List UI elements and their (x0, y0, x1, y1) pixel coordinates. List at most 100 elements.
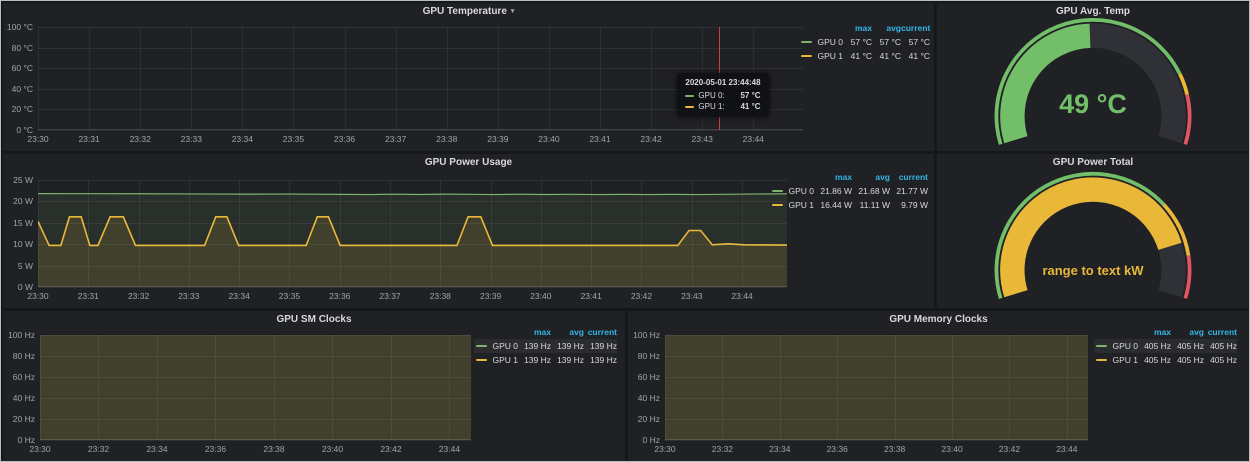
x-tick-label: 23:38 (430, 291, 451, 301)
legend-header[interactable]: max (1138, 327, 1171, 337)
series-color-dash-icon (476, 345, 487, 347)
legend-series-toggle[interactable]: GPU 0 (474, 341, 518, 351)
gridline-vertical (274, 335, 275, 440)
series-plot (665, 335, 1088, 440)
gauge-value-text: range to text kW (981, 263, 1206, 278)
gridline-vertical (89, 27, 90, 130)
x-tick-label: 23:34 (146, 444, 167, 454)
panel-title-gpu-temperature[interactable]: GPU Temperature▾ (3, 3, 934, 19)
panel-title-text: GPU Power Total (1053, 157, 1133, 168)
panel-title-text: GPU Power Usage (425, 157, 512, 168)
legend-value: 21.77 W (890, 186, 928, 196)
series-color-dash-icon (801, 41, 812, 43)
gridline-vertical (139, 180, 140, 287)
y-tick-label: 20 Hz (638, 414, 660, 424)
legend-row: GPU 0405 Hz405 Hz405 Hz (1094, 339, 1237, 353)
legend-series-toggle[interactable]: GPU 0 (799, 37, 843, 47)
gridline-horizontal (40, 398, 471, 399)
panel-title-text: GPU Memory Clocks (889, 314, 987, 325)
legend-series-toggle[interactable]: GPU 0 (770, 186, 814, 196)
x-tick-label: 23:36 (205, 444, 226, 454)
gridline-vertical (549, 27, 550, 130)
legend-header[interactable]: avg (1171, 327, 1204, 337)
panel-gpu-avg-temp: GPU Avg. Temp 49 °C (937, 3, 1249, 151)
sm-clocks-legend: maxavgcurrentGPU 0139 Hz139 Hz139 HzGPU … (474, 325, 617, 367)
legend-value: 57 °C (901, 37, 930, 47)
y-tick-label: 25 W (13, 175, 33, 185)
x-tick-label: 23:32 (88, 444, 109, 454)
legend-series-toggle[interactable]: GPU 1 (1094, 355, 1138, 365)
legend-header-row: maxavgcurrent (799, 21, 930, 35)
legend-header[interactable]: max (518, 327, 551, 337)
gridline-horizontal (38, 130, 803, 131)
legend-header[interactable]: avg (852, 172, 890, 182)
x-tick-label: 23:36 (334, 134, 355, 144)
series-color-dash-icon (685, 106, 694, 108)
x-tick-label: 23:41 (589, 134, 610, 144)
chart-tooltip: 2020-05-01 23:44:48GPU 0:57 °CGPU 1:41 °… (677, 73, 768, 117)
legend-header[interactable]: avg (872, 23, 901, 33)
x-tick-label: 23:39 (480, 291, 501, 301)
legend-series-toggle[interactable]: GPU 1 (799, 51, 843, 61)
y-tick-label: 20 Hz (13, 414, 35, 424)
x-tick-label: 23:37 (379, 291, 400, 301)
x-tick-label: 23:34 (232, 134, 253, 144)
x-tick-label: 23:38 (263, 444, 284, 454)
legend-series-toggle[interactable]: GPU 1 (770, 200, 814, 210)
panel-gpu-memory-clocks: GPU Memory Clocks 100 Hz80 Hz60 Hz40 Hz2… (628, 311, 1249, 461)
legend-header[interactable]: current (1204, 327, 1237, 337)
panel-title-gpu-power-usage[interactable]: GPU Power Usage (3, 154, 934, 170)
gridline-horizontal (665, 335, 1088, 336)
y-tick-label: 10 W (13, 239, 33, 249)
legend-header[interactable]: avg (551, 327, 584, 337)
y-tick-label: 100 Hz (8, 330, 35, 340)
y-tick-label: 5 W (18, 261, 33, 271)
gridline-vertical (651, 27, 652, 130)
power-total-gauge: range to text kW (981, 171, 1206, 302)
x-tick-label: 23:35 (279, 291, 300, 301)
y-tick-label: 20 W (13, 196, 33, 206)
avg-temp-gauge: 49 °C (981, 17, 1206, 148)
gridline-vertical (952, 335, 953, 440)
legend-series-toggle[interactable]: GPU 1 (474, 355, 518, 365)
gridline-horizontal (665, 356, 1088, 357)
panel-title-text: GPU SM Clocks (276, 314, 351, 325)
legend-header-row: maxavgcurrent (1094, 325, 1237, 339)
memory-clocks-chart-plot: 100 Hz80 Hz60 Hz40 Hz20 Hz0 Hz23:3023:32… (665, 335, 1088, 440)
gridline-vertical (722, 335, 723, 440)
legend-value: 21.86 W (814, 186, 852, 196)
gridline-vertical (449, 335, 450, 440)
gridline-vertical (498, 27, 499, 130)
x-tick-label: 23:44 (439, 444, 460, 454)
legend-header[interactable]: max (843, 23, 872, 33)
x-tick-label: 23:43 (681, 291, 702, 301)
legend-header[interactable]: current (890, 172, 928, 182)
x-tick-label: 23:32 (130, 134, 151, 144)
panel-title-gpu-power-total[interactable]: GPU Power Total (937, 154, 1249, 170)
legend-series-toggle[interactable]: GPU 0 (1094, 341, 1138, 351)
gridline-vertical (289, 180, 290, 287)
gridline-vertical (332, 335, 333, 440)
gridline-horizontal (40, 356, 471, 357)
legend-header[interactable]: current (901, 23, 930, 33)
y-tick-label: 60 Hz (13, 372, 35, 382)
gridline-horizontal (38, 287, 787, 288)
legend-header[interactable]: max (814, 172, 852, 182)
gridline-horizontal (40, 419, 471, 420)
legend-header[interactable]: current (584, 327, 617, 337)
legend-value: 57 °C (843, 37, 872, 47)
legend-value: 139 Hz (551, 341, 584, 351)
legend-value: 405 Hz (1204, 341, 1237, 351)
gridline-vertical (98, 335, 99, 440)
legend-value: 405 Hz (1171, 341, 1204, 351)
gridline-vertical (140, 27, 141, 130)
gridline-horizontal (38, 266, 787, 267)
legend-value: 16.44 W (814, 200, 852, 210)
gridline-vertical (215, 335, 216, 440)
x-tick-label: 23:33 (181, 134, 202, 144)
gridline-vertical (38, 180, 39, 287)
y-tick-label: 40 °C (12, 84, 33, 94)
gridline-vertical (242, 27, 243, 130)
power-usage-chart-plot: 25 W20 W15 W10 W5 W0 W23:3023:3123:3223:… (38, 180, 787, 287)
y-tick-label: 15 W (13, 218, 33, 228)
